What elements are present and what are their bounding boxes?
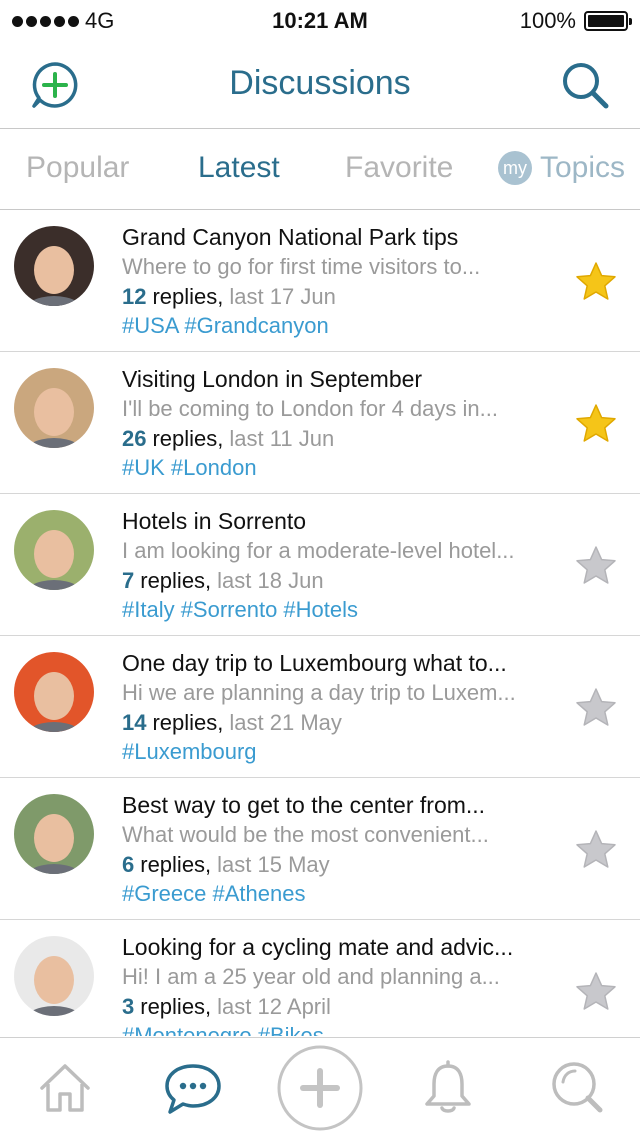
avatar <box>14 794 94 874</box>
discussion-title: Best way to get to the center from... <box>122 792 486 818</box>
home-icon <box>40 1064 90 1112</box>
last-reply-date: last 15 May <box>217 852 330 877</box>
discussion-item[interactable]: Looking for a cycling mate and advic... H… <box>0 920 640 1036</box>
battery-percent: 100% <box>519 8 576 33</box>
last-reply-date: last 17 Jun <box>229 284 336 309</box>
discussion-preview: Where to go for first time visitors to..… <box>122 254 481 279</box>
discussion-title: Grand Canyon National Park tips <box>122 224 459 250</box>
favorite-star-button[interactable] <box>574 544 618 588</box>
discussion-meta: 7 replies, last 18 Jun <box>122 568 324 594</box>
favorite-star-button[interactable] <box>574 828 618 872</box>
discussion-tags[interactable]: #USA #Grandcanyon <box>122 313 329 339</box>
star-icon <box>576 262 616 300</box>
tabbar-explore[interactable] <box>550 1060 606 1121</box>
replies-label: replies, <box>140 852 212 877</box>
last-reply-date: last 12 April <box>217 994 331 1019</box>
battery-status: 100% <box>519 8 632 34</box>
discussion-tabs: Popular Latest Favorite my Topics <box>0 129 640 210</box>
discussion-meta: 14 replies, last 21 May <box>122 710 342 736</box>
last-reply-date: last 21 May <box>229 710 342 735</box>
tab-latest[interactable]: Latest <box>198 151 280 185</box>
discussion-tags[interactable]: #UK #London <box>122 455 257 481</box>
last-reply-date: last 18 Jun <box>217 568 324 593</box>
reply-count: 3 <box>122 994 135 1019</box>
reply-count: 6 <box>122 852 135 877</box>
avatar <box>14 510 94 590</box>
avatar <box>14 936 94 1016</box>
tabbar-discussions[interactable] <box>164 1062 222 1121</box>
status-bar: 4G 10:21 AM 100% <box>0 0 640 40</box>
replies-label: replies, <box>140 994 212 1019</box>
reply-count: 14 <box>122 710 147 735</box>
star-icon <box>576 546 616 584</box>
plus-icon <box>277 1045 363 1131</box>
discussion-item[interactable]: Visiting London in September I'll be comi… <box>0 352 640 494</box>
discussion-tags[interactable]: #Italy #Sorrento #Hotels <box>122 597 358 623</box>
bell-icon <box>425 1060 471 1113</box>
favorite-star-button[interactable] <box>574 686 618 730</box>
replies-label: replies, <box>152 284 224 309</box>
avatar <box>14 226 94 306</box>
search-button[interactable] <box>560 60 610 110</box>
navigation-bar: Discussions <box>0 40 640 129</box>
tab-topics-label: Topics <box>540 151 626 184</box>
tabbar-new-post[interactable] <box>276 1044 364 1137</box>
discussion-meta: 6 replies, last 15 May <box>122 852 330 878</box>
star-icon <box>576 830 616 868</box>
discussion-preview: I am looking for a moderate-level hotel.… <box>122 538 515 563</box>
tabbar-home[interactable] <box>38 1062 92 1119</box>
tabbar-notifications[interactable] <box>422 1060 474 1121</box>
discussion-tags[interactable]: #Montenegro #Bikes <box>122 1023 324 1036</box>
discussion-meta: 3 replies, last 12 April <box>122 994 331 1020</box>
discussion-list: Grand Canyon National Park tips Where to … <box>0 210 640 1036</box>
discussion-preview: Hi! I am a 25 year old and planning a... <box>122 964 500 989</box>
bottom-tab-bar <box>0 1037 640 1137</box>
star-icon <box>576 404 616 442</box>
star-icon <box>576 972 616 1010</box>
favorite-star-button[interactable] <box>574 260 618 304</box>
discussion-item[interactable]: Grand Canyon National Park tips Where to … <box>0 210 640 352</box>
discussion-title: Visiting London in September <box>122 366 423 392</box>
search-icon <box>552 1062 603 1113</box>
tab-popular[interactable]: Popular <box>26 151 129 185</box>
discussion-title: Looking for a cycling mate and advic... <box>122 934 514 960</box>
star-icon <box>576 688 616 726</box>
avatar <box>14 368 94 448</box>
discussion-item[interactable]: One day trip to Luxembourg what to... Hi … <box>0 636 640 778</box>
page-title: Discussions <box>229 64 411 102</box>
discussion-item[interactable]: Hotels in Sorrento I am looking for a mod… <box>0 494 640 636</box>
chat-bubble-icon <box>165 1064 221 1114</box>
search-icon <box>563 63 609 109</box>
discussion-item[interactable]: Best way to get to the center from... Wha… <box>0 778 640 920</box>
reply-count: 12 <box>122 284 147 309</box>
discussion-meta: 26 replies, last 11 Jun <box>122 426 334 452</box>
favorite-star-button[interactable] <box>574 402 618 446</box>
replies-label: replies, <box>152 710 224 735</box>
discussion-tags[interactable]: #Luxembourg <box>122 739 257 765</box>
discussion-preview: I'll be coming to London for 4 days in..… <box>122 396 498 421</box>
discussion-title: One day trip to Luxembourg what to... <box>122 650 507 676</box>
my-badge: my <box>498 151 532 185</box>
battery-icon <box>584 11 632 31</box>
avatar <box>14 652 94 732</box>
discussion-meta: 12 replies, last 17 Jun <box>122 284 336 310</box>
discussion-preview: What would be the most convenient... <box>122 822 489 847</box>
replies-label: replies, <box>152 426 224 451</box>
last-reply-date: last 11 Jun <box>229 426 335 451</box>
reply-count: 26 <box>122 426 147 451</box>
reply-count: 7 <box>122 568 135 593</box>
discussion-tags[interactable]: #Greece #Athenes <box>122 881 305 907</box>
favorite-star-button[interactable] <box>574 970 618 1014</box>
discussion-preview: Hi we are planning a day trip to Luxem..… <box>122 680 516 705</box>
tab-topics[interactable]: my Topics <box>498 151 625 185</box>
replies-label: replies, <box>140 568 212 593</box>
tab-favorite[interactable]: Favorite <box>345 151 453 185</box>
discussion-title: Hotels in Sorrento <box>122 508 307 534</box>
